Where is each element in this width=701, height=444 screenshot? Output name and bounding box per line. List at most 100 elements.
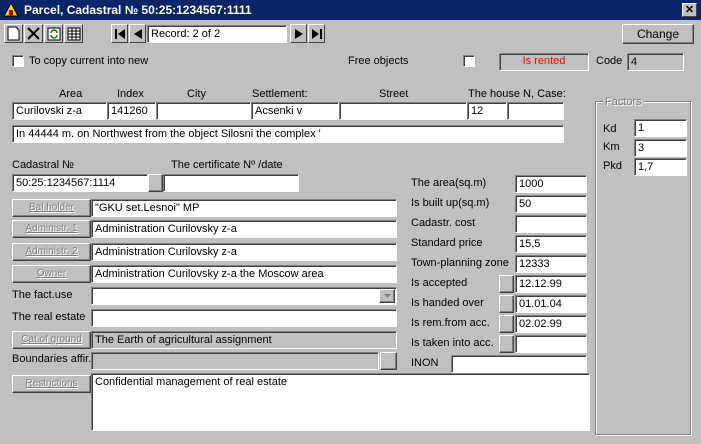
handed-over-date-button[interactable] — [499, 295, 514, 313]
copy-current-checkbox[interactable] — [12, 55, 24, 67]
kd-label: Kd — [603, 123, 617, 135]
handed-over-field[interactable]: 01.01.04 — [515, 295, 587, 313]
standard-price-label: Standard price — [411, 237, 483, 249]
cadastral-lookup-button[interactable] — [148, 174, 163, 192]
town-planning-zone-label: Town-planning zone — [411, 257, 509, 269]
km-label: Km — [603, 141, 620, 153]
change-button[interactable]: Change — [622, 24, 694, 44]
handed-over-label: Is handed over — [411, 297, 484, 309]
last-record-button[interactable] — [308, 24, 325, 43]
cadastral-label: Cadastral № — [12, 159, 74, 171]
street-field[interactable] — [339, 102, 467, 120]
title-bar: Parcel, Cadastral № 50:25:1234567:1111 ✕ — [0, 0, 701, 20]
table-view-button[interactable] — [64, 24, 83, 43]
house-field[interactable]: 12 — [467, 102, 507, 120]
km-field[interactable]: 3 — [634, 139, 687, 157]
house-label: The house N, Case: — [468, 88, 566, 100]
is-accepted-field[interactable]: 12.12.99 — [515, 275, 587, 293]
pkd-field[interactable]: 1,7 — [634, 158, 687, 176]
inon-label: INON — [411, 357, 439, 369]
taken-into-account-field[interactable] — [515, 335, 587, 353]
certificate-label: The certificate Nº /date — [171, 159, 283, 171]
real-estate-label: The real estate — [12, 311, 86, 323]
city-label: City — [187, 88, 206, 100]
delete-icon — [27, 27, 40, 40]
code-label: Code — [596, 55, 623, 67]
owner-field[interactable]: Administration Curilovsky z-a the Moscow… — [91, 265, 397, 283]
index-field[interactable]: 141260 — [107, 102, 156, 120]
administr-2-field[interactable]: Administration Curilovsky z-a — [91, 243, 397, 261]
removed-from-account-date-button[interactable] — [499, 315, 514, 333]
kd-field[interactable]: 1 — [634, 119, 687, 137]
bal-holder-button[interactable]: Bal.holder — [12, 199, 91, 217]
inon-field[interactable] — [451, 355, 587, 373]
free-objects-checkbox[interactable] — [463, 55, 475, 67]
area-field[interactable]: Curilovski z-a — [12, 102, 107, 120]
last-icon — [311, 28, 322, 39]
boundaries-label: Boundaries affir. — [12, 353, 92, 365]
free-objects-label: Free objects — [348, 55, 409, 67]
window-title: Parcel, Cadastral № 50:25:1234567:1111 — [24, 3, 252, 17]
first-record-button[interactable] — [111, 24, 128, 43]
settlement-field[interactable]: Acsenki v — [251, 102, 339, 120]
cadastral-field[interactable]: 50:25:1234567:1114 — [12, 174, 148, 192]
case-field[interactable] — [507, 102, 564, 120]
first-icon — [114, 28, 125, 39]
restrictions-field[interactable]: Confidential management of real estate — [91, 373, 590, 431]
built-up-field[interactable]: 50 — [515, 195, 587, 213]
app-icon — [3, 2, 19, 17]
close-button[interactable]: ✕ — [682, 3, 697, 17]
chevron-down-icon — [383, 294, 391, 298]
index-label: Index — [117, 88, 144, 100]
prev-record-button[interactable] — [129, 24, 146, 43]
delete-record-button[interactable] — [24, 24, 43, 43]
fact-use-label: The fact.use — [12, 289, 73, 301]
owner-button[interactable]: Owner — [12, 265, 91, 283]
is-rented-indicator: Is rented — [499, 53, 589, 71]
record-indicator: Record: 2 of 2 — [147, 25, 287, 43]
taken-into-account-label: Is taken into acc. — [411, 337, 494, 349]
standard-price-field[interactable]: 15,5 — [515, 235, 587, 253]
new-document-icon — [7, 26, 20, 41]
factors-title: Factors — [603, 95, 644, 109]
restrictions-button[interactable]: Restrictions — [12, 375, 91, 393]
pkd-label: Pkd — [603, 160, 622, 172]
new-record-button[interactable] — [4, 24, 23, 43]
is-accepted-label: Is accepted — [411, 277, 468, 289]
boundaries-lookup-button[interactable] — [380, 352, 397, 370]
settlement-label: Settlement: — [252, 88, 308, 100]
town-planning-zone-field[interactable]: 12333 — [515, 255, 587, 273]
real-estate-field[interactable] — [91, 309, 397, 327]
administr-1-button[interactable]: Administr. 1 — [12, 220, 91, 238]
code-field: 4 — [627, 53, 684, 71]
taken-into-account-date-button[interactable] — [499, 335, 514, 353]
area-label: Area — [59, 88, 83, 100]
cadastr-cost-field[interactable] — [515, 215, 587, 233]
certificate-field[interactable] — [163, 174, 299, 192]
removed-from-account-label: Is rem.from acc. — [411, 317, 490, 329]
administr-1-field[interactable]: Administration Curilovsky z-a — [91, 220, 397, 238]
street-label: Street — [379, 88, 409, 100]
area-sqm-field[interactable]: 1000 — [515, 175, 587, 193]
administr-2-button[interactable]: Administr. 2 — [12, 243, 91, 261]
bal-holder-field[interactable]: "GKU set.Lesnoi" MP — [91, 199, 397, 217]
cat-of-ground-field: The Earth of agricultural assignment — [91, 331, 397, 349]
is-accepted-date-button[interactable] — [499, 275, 514, 293]
boundaries-field — [91, 352, 379, 370]
next-icon — [294, 28, 303, 39]
fact-use-select[interactable] — [91, 287, 397, 305]
prev-icon — [133, 28, 142, 39]
cat-of-ground-button[interactable]: Cat.of ground — [12, 331, 91, 349]
grid-icon — [67, 27, 80, 40]
fact-use-dropdown-button[interactable] — [379, 289, 395, 303]
copy-current-label: To copy current into new — [29, 55, 149, 67]
location-description-field[interactable]: In 44444 m. on Northwest from the object… — [12, 125, 564, 143]
built-up-label: Is built up(sq.m) — [411, 197, 490, 209]
refresh-button[interactable] — [44, 24, 63, 43]
city-field[interactable] — [156, 102, 251, 120]
refresh-icon — [47, 27, 60, 40]
cadastr-cost-label: Cadastr. cost — [411, 217, 476, 229]
area-sqm-label: The area(sq.m) — [411, 177, 487, 189]
removed-from-account-field[interactable]: 02.02.99 — [515, 315, 587, 333]
next-record-button[interactable] — [290, 24, 307, 43]
